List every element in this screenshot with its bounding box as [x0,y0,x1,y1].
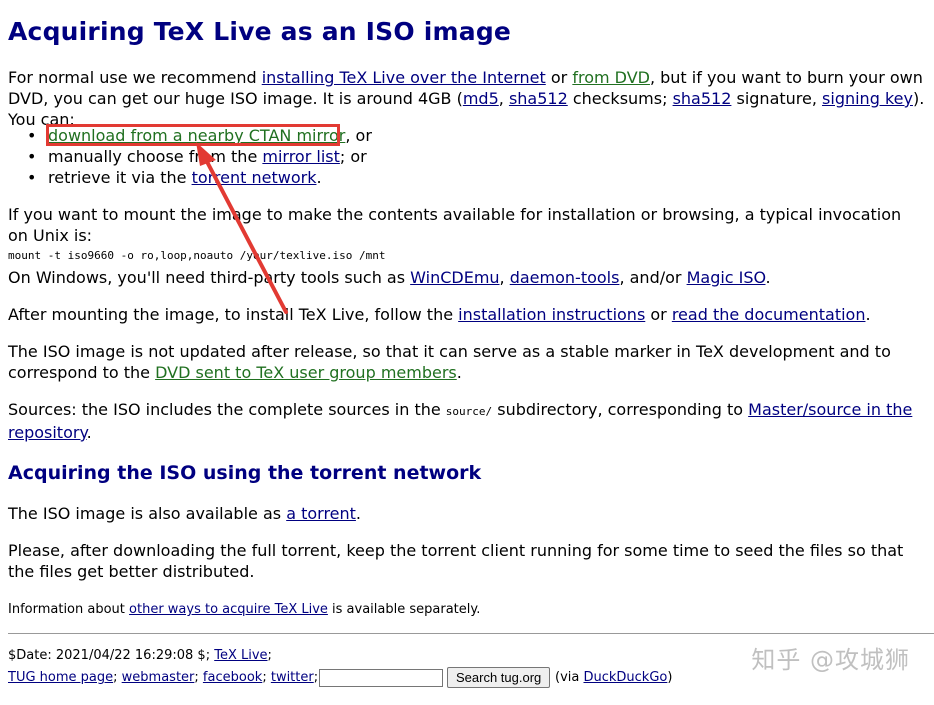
watermark-text: 知乎 @攻城狮 [751,646,910,674]
annotation-arrow-icon [196,142,288,314]
